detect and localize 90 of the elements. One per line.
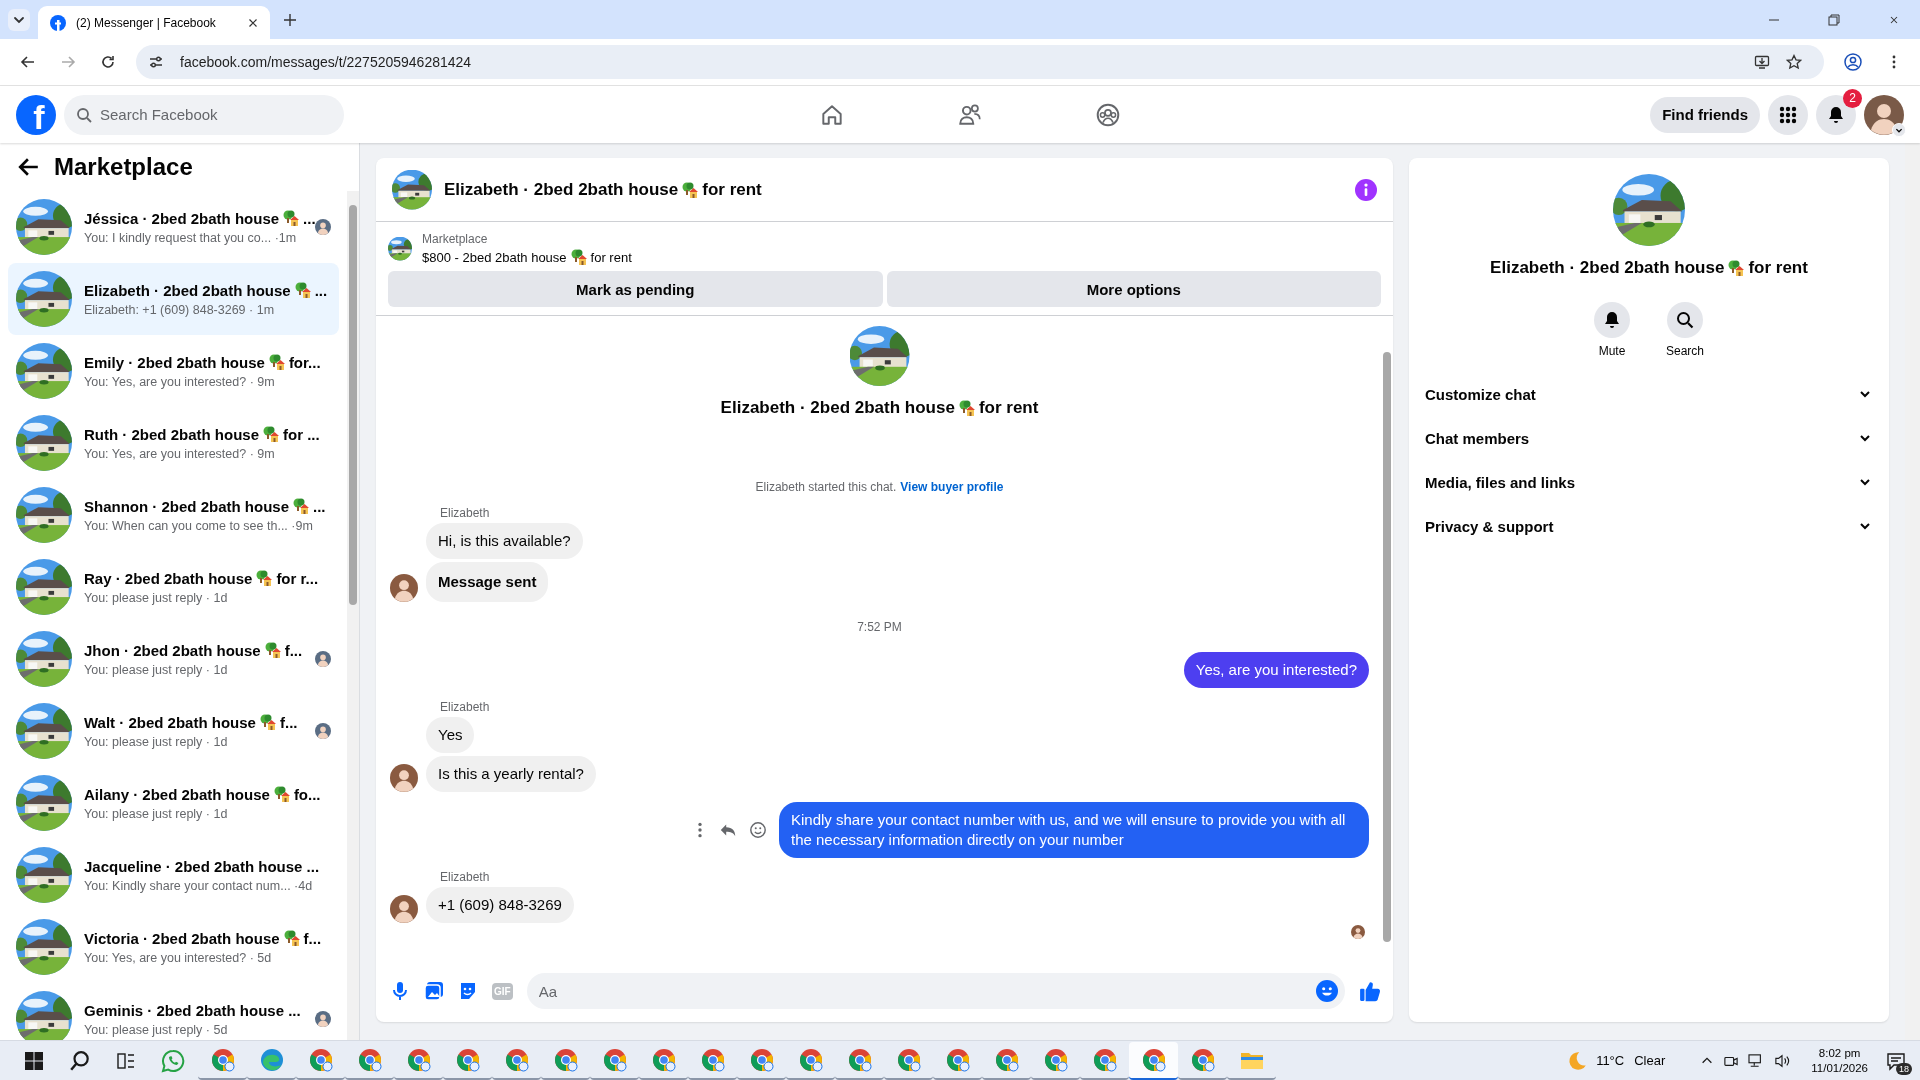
action-button[interactable]: Mark as pending	[388, 271, 883, 307]
sender-name: Elizabeth	[440, 870, 491, 884]
message-bubble: Is this a yearly rental?	[426, 756, 596, 792]
address-bar[interactable]: facebook.com/messages/t/2275205946281424	[136, 45, 1824, 79]
section-header[interactable]: Chat members	[1425, 416, 1873, 460]
conversation-title-end: ...	[303, 209, 316, 227]
conversation-title-end: f...	[279, 713, 298, 731]
conversation-title: Emily · 2bed 2bath house	[84, 353, 265, 371]
logo[interactable]: f	[16, 94, 56, 135]
chat-title: Elizabeth · 2bed 2bath house	[444, 179, 679, 200]
conversation-preview: You: When can you come to see th... ·9m	[84, 518, 314, 533]
conversation-preview: You: please just reply · 1d	[84, 590, 229, 605]
conversation-item[interactable]: Shannon · 2bed 2bath house ... You: When can you come to see th... ·9m	[8, 479, 339, 551]
chat-start-note: Elizabeth started this chat.	[755, 480, 897, 494]
message-bubble: Kindly share your contact number with us, and we will ensure to provide you with all the necessary information directly on your number	[779, 802, 1369, 858]
notification-count: 18	[1896, 1062, 1912, 1075]
weather-condition: Clear	[1634, 1053, 1666, 1068]
listing-title-end: for rent	[590, 249, 632, 265]
temperature: 11°C	[1596, 1053, 1625, 1068]
tab-title: (2) Messenger | Facebook	[76, 15, 217, 30]
timestamp: 7:52 PM	[856, 620, 903, 634]
conversation-title: Ailany · 2bed 2bath house	[84, 785, 270, 803]
message-field[interactable]: Aa	[526, 973, 1345, 1009]
conversation-title-end: f...	[303, 929, 322, 947]
conversation-item[interactable]: Ruth · 2bed 2bath house for ... You: Yes, are you interested? · 9m	[8, 407, 339, 479]
conversation-title: Ruth · 2bed 2bath house	[84, 425, 259, 443]
conversation-item[interactable]: Walt · 2bed 2bath house f... You: please just reply · 1d	[8, 695, 339, 767]
details-title: Elizabeth · 2bed 2bath house	[1490, 258, 1725, 278]
sender-name: Elizabeth	[440, 506, 491, 520]
conversation-title-end: f...	[284, 641, 303, 659]
conversation-item[interactable]: Jhon · 2bed 2bath house f... You: please just reply · 1d	[8, 623, 339, 695]
listing-label: Marketplace	[422, 232, 489, 246]
conversation-name-end: for rent	[978, 398, 1039, 418]
conversation-preview: You: Yes, are you interested? · 9m	[84, 374, 276, 389]
chat-title-end: for rent	[702, 179, 762, 200]
conversation-preview: You: Yes, are you interested? · 9m	[84, 446, 276, 461]
listing-title: $800 - 2bed 2bath house	[422, 249, 567, 265]
conversation-item[interactable]: Jéssica · 2bed 2bath house ... You: I kindly request that you co... ·1m	[8, 191, 339, 263]
conversation-item[interactable]: Ailany · 2bed 2bath house fo... You: please just reply · 1d	[8, 767, 339, 839]
conversation-preview: You: please just reply · 1d	[84, 806, 229, 821]
conversation-preview: You: please just reply · 1d	[84, 734, 229, 749]
sidebar-title: Marketplace	[54, 153, 193, 181]
clock-date: 11/01/2026	[1811, 1060, 1868, 1076]
conversation-name: Elizabeth · 2bed 2bath house	[720, 398, 955, 418]
browser-tab[interactable]: (2) Messenger | Facebook	[38, 6, 270, 39]
message-bubble: Yes, are you interested?	[1183, 652, 1369, 688]
conversation-title: Victoria · 2bed 2bath house	[84, 929, 280, 947]
conversation-item[interactable]: Elizabeth · 2bed 2bath house ... Elizabeth: +1 (609) 848-3269 · 1m	[8, 263, 339, 335]
conversation-title: Jacqueline · 2bed 2bath house ...	[84, 857, 320, 875]
clock-time: 8:02 pm	[1818, 1045, 1861, 1061]
conversation-title-end: ...	[314, 281, 328, 299]
buyer-profile-link[interactable]: View buyer profile	[900, 480, 1004, 494]
message-bubble: +1 (609) 848-3269	[426, 887, 574, 923]
conversation-title-end: ...	[313, 497, 326, 515]
button-label: Mute	[1598, 344, 1626, 358]
conversation-preview: You: please just reply · 1d	[84, 662, 229, 677]
conversation-title-end: fo...	[293, 785, 321, 803]
conversation-item[interactable]: Victoria · 2bed 2bath house f... You: Yes, are you interested? · 5d	[8, 911, 339, 983]
section-header[interactable]: Media, files and links	[1425, 460, 1873, 504]
conversation-preview: You: Yes, are you interested? · 5d	[84, 950, 273, 965]
conversation-title: Jéssica · 2bed 2bath house	[84, 209, 280, 227]
conversation-title-end: for...	[288, 353, 321, 371]
find-friends-button[interactable]: Find friends	[1650, 96, 1760, 133]
conversation-title: Jhon · 2bed 2bath house	[84, 641, 261, 659]
message-bubble: Message sent	[426, 562, 549, 602]
button-label: Search	[1666, 344, 1704, 358]
conversation-preview: You: Kindly share your contact num... ·4d	[84, 878, 314, 893]
message-bubble: Yes	[426, 717, 475, 753]
conversation-item[interactable]: Emily · 2bed 2bath house for... You: Yes, are you interested? · 9m	[8, 335, 339, 407]
conversation-title: Elizabeth · 2bed 2bath house	[84, 281, 291, 299]
message-bubble: Hi, is this available?	[426, 523, 583, 559]
conversation-title-end: for r...	[276, 569, 319, 587]
section-header[interactable]: Customize chat	[1425, 372, 1873, 416]
action-button[interactable]: More options	[886, 271, 1381, 307]
conversation-title-end: for ...	[283, 425, 320, 443]
conversation-title: Shannon · 2bed 2bath house	[84, 497, 289, 515]
url-text: facebook.com/messages/t/2275205946281424	[180, 54, 472, 70]
conversation-title: Ray · 2bed 2bath house	[84, 569, 253, 587]
search-field[interactable]: Search Facebook	[64, 94, 344, 135]
conversation-item[interactable]: Ray · 2bed 2bath house for r... You: please just reply · 1d	[8, 551, 339, 623]
section-header[interactable]: Privacy & support	[1425, 504, 1873, 548]
conversation-title: Walt · 2bed 2bath house	[84, 713, 256, 731]
conversation-title: Geminis · 2bed 2bath house ...	[84, 1001, 301, 1019]
conversation-preview: Elizabeth: +1 (609) 848-3269 · 1m	[84, 302, 276, 317]
sender-name: Elizabeth	[440, 700, 491, 714]
conversation-preview: You: please just reply · 5d	[84, 1022, 229, 1037]
details-title-end: for rent	[1748, 258, 1808, 278]
conversation-preview: You: I kindly request that you co... ·1m	[84, 230, 298, 245]
conversation-item[interactable]: Jacqueline · 2bed 2bath house ... You: Kindly share your contact num... ·4d	[8, 839, 339, 911]
notification-badge: 2	[1843, 88, 1862, 108]
